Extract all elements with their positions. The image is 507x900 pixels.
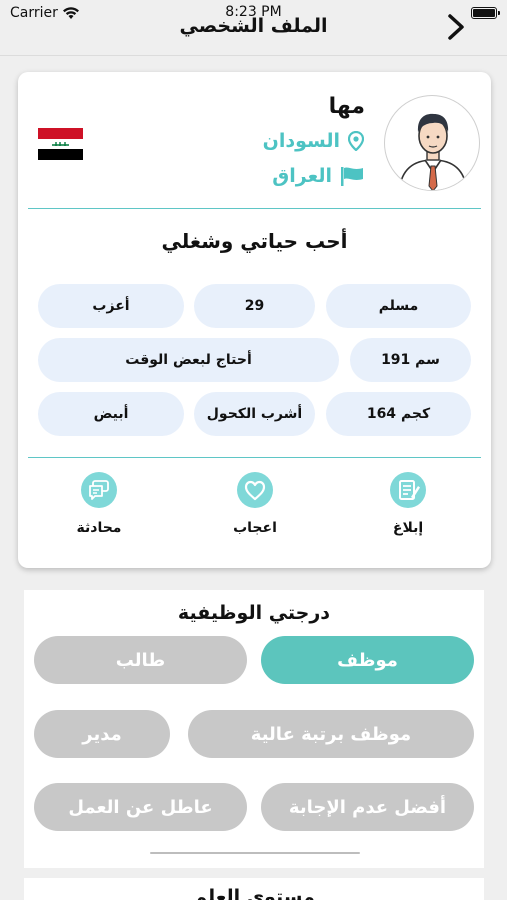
nav-bar: الملف الشخصي xyxy=(0,0,507,56)
heart-icon xyxy=(237,472,273,508)
flag-icon xyxy=(341,167,363,186)
location-pin-icon xyxy=(348,131,364,151)
chip-need: أحتاج لبعض الوقت xyxy=(38,338,339,382)
job-option-employee[interactable]: موظف xyxy=(261,636,474,684)
divider xyxy=(28,457,481,458)
chat-button[interactable]: محادثة xyxy=(54,472,144,536)
user-name: مها xyxy=(328,94,365,119)
chat-label: محادثة xyxy=(76,520,122,536)
city-label: السودان xyxy=(262,130,340,152)
chip-height: 191 سم xyxy=(350,338,471,382)
chip-age: 29 xyxy=(194,284,315,328)
city-row: السودان xyxy=(263,130,364,152)
country-row: العراق xyxy=(272,165,364,187)
chip-alcohol: أشرب الكحول xyxy=(194,392,315,436)
person-avatar-icon xyxy=(398,113,468,190)
profile-card: مها السودان العراق أحب حياتي وشغلي مسلم … xyxy=(18,72,491,568)
chip-skin: أبيض xyxy=(38,392,184,436)
divider xyxy=(28,208,481,209)
job-level-card: درجتي الوظيفية موظف طالب موظف برتبة عالي… xyxy=(24,590,484,868)
report-button[interactable]: إبلاغ xyxy=(363,472,453,536)
like-label: اعجاب xyxy=(233,520,277,536)
like-button[interactable]: اعجاب xyxy=(210,472,300,536)
country-label: العراق xyxy=(272,165,332,187)
iraq-flag-icon xyxy=(38,128,83,160)
chip-weight: 164 كجم xyxy=(326,392,471,436)
scroll-indicator xyxy=(150,852,360,854)
education-card: مستوى العلم xyxy=(24,878,484,900)
job-option-manager[interactable]: مدير xyxy=(34,710,170,758)
bio-text: أحب حياتي وشغلي xyxy=(161,229,348,253)
education-section-title: مستوى العلم xyxy=(193,886,315,900)
nav-divider xyxy=(0,55,507,56)
job-section-title: درجتي الوظيفية xyxy=(177,602,331,624)
avatar xyxy=(384,95,480,191)
job-option-student[interactable]: طالب xyxy=(34,636,247,684)
job-option-no-answer[interactable]: أفضل عدم الإجابة xyxy=(261,783,474,831)
report-icon xyxy=(390,472,426,508)
chip-religion: مسلم xyxy=(326,284,471,328)
page-title: الملف الشخصي xyxy=(179,15,328,37)
report-label: إبلاغ xyxy=(392,520,424,536)
job-option-senior[interactable]: موظف برتبة عالية xyxy=(188,710,474,758)
chip-marital: أعزب xyxy=(38,284,184,328)
chevron-right-icon[interactable] xyxy=(443,12,469,42)
chat-icon xyxy=(81,472,117,508)
job-option-unemployed[interactable]: عاطل عن العمل xyxy=(34,783,247,831)
